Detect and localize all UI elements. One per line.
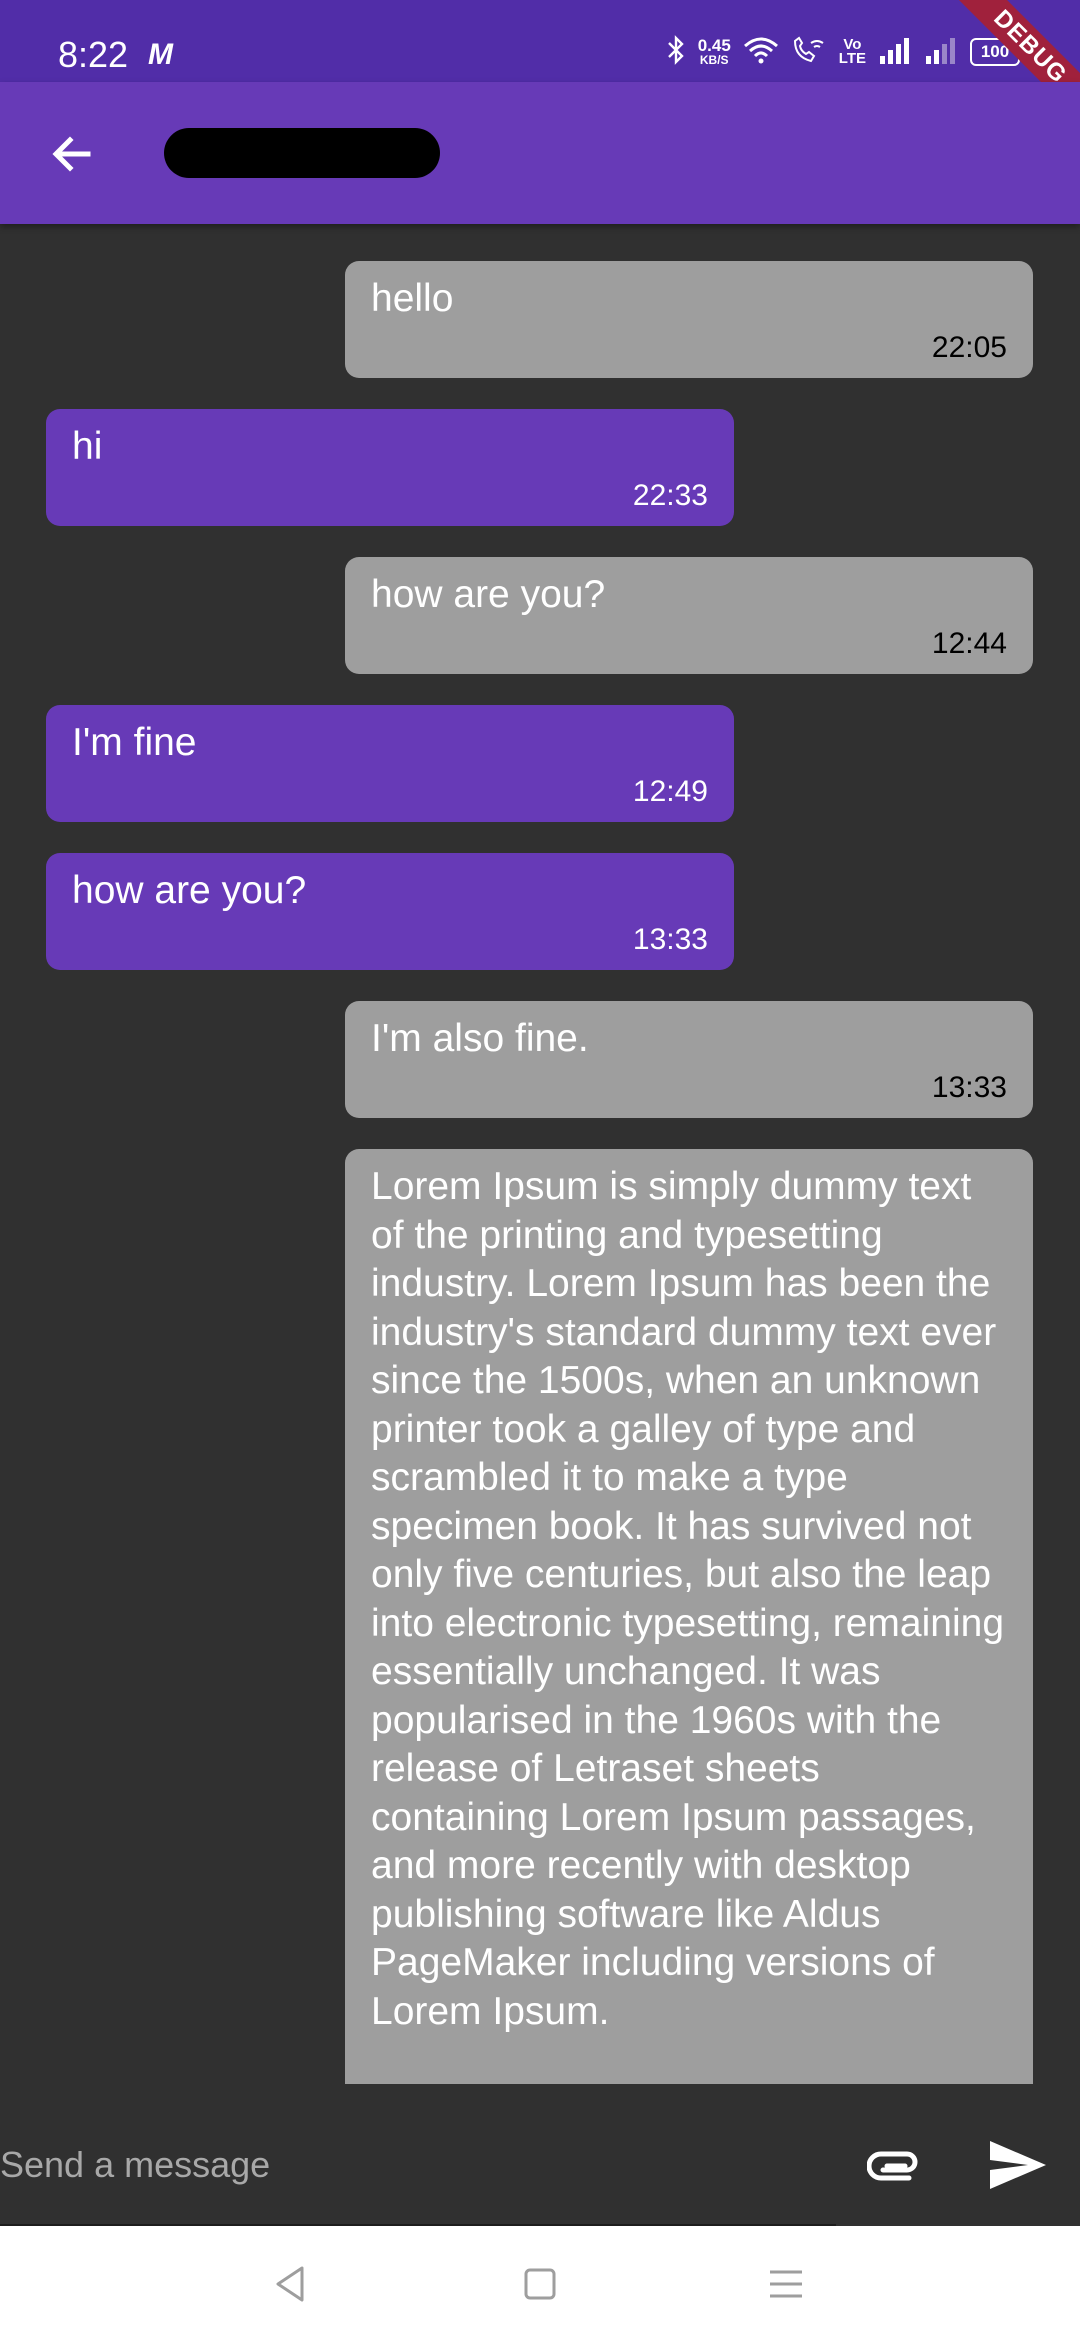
status-bar: 8:22 M 0.45 KB/S Vo LTE 100 DEBUG [0, 0, 1080, 130]
menu-lines-icon [770, 2270, 802, 2298]
system-nav-bar [0, 2226, 1080, 2340]
paperclip-icon [867, 2151, 918, 2181]
back-triangle-icon [276, 2266, 304, 2302]
bluetooth-icon [666, 34, 686, 70]
wifi-calling-icon [791, 35, 827, 70]
nav-back-button[interactable] [260, 2254, 320, 2314]
back-button[interactable] [32, 114, 112, 194]
message-time: 13:33 [931, 1070, 1007, 1104]
nav-recents-button[interactable] [756, 2254, 816, 2314]
net-speed-unit: KB/S [699, 53, 729, 67]
app-bar [0, 82, 1080, 224]
message-time: 12:44 [931, 626, 1007, 660]
attach-button[interactable] [862, 2136, 928, 2196]
message-bubble-incoming[interactable]: how are you? 13:33 [46, 853, 734, 970]
message-bubble-outgoing[interactable]: how are you? 12:44 [345, 557, 1033, 674]
send-icon [990, 2141, 1046, 2189]
message-bubble-outgoing[interactable]: I'm also fine. 13:33 [345, 1001, 1033, 1118]
volte-icon: Vo LTE [838, 36, 866, 67]
arrow-back-icon [52, 136, 91, 172]
signal-icon [924, 36, 958, 69]
message-text: I'm fine [72, 721, 197, 764]
message-time: 22:05 [931, 330, 1007, 364]
wifi-icon [743, 36, 779, 69]
contact-name [164, 128, 440, 178]
status-time: 8:22 [58, 34, 129, 75]
message-time: 12:49 [632, 774, 708, 808]
home-square-icon [524, 2268, 556, 2300]
signal-icon [878, 36, 912, 69]
nav-home-button[interactable] [510, 2254, 570, 2314]
send-button[interactable] [982, 2132, 1054, 2198]
carrier-icon: M [148, 38, 173, 71]
message-text: hi [72, 425, 103, 468]
message-text: hello [371, 277, 454, 320]
message-input[interactable] [0, 2130, 830, 2200]
message-time: 22:33 [632, 478, 708, 512]
net-speed-value: 0.45 [697, 36, 731, 55]
message-text: I'm also fine. [371, 1017, 589, 1060]
message-text: Lorem Ipsum is simply dummy text of the … [371, 1165, 1005, 2033]
message-time: 13:33 [632, 922, 708, 956]
message-bubble-incoming[interactable]: hi 22:33 [46, 409, 734, 526]
message-text: how are you? [371, 573, 606, 616]
message-bubble-incoming[interactable]: I'm fine 12:49 [46, 705, 734, 822]
message-bubble-outgoing[interactable]: Lorem Ipsum is simply dummy text of the … [345, 1149, 1033, 2084]
message-bubble-outgoing[interactable]: hello 22:05 [345, 261, 1033, 378]
message-list[interactable]: hello 22:05 hi 22:33 how are you? 12:44 … [0, 224, 1080, 2084]
network-speed: 0.45 KB/S [698, 37, 731, 67]
status-icons: 0.45 KB/S Vo LTE 100 [666, 30, 1020, 74]
message-composer [0, 2104, 1080, 2226]
message-text: how are you? [72, 869, 307, 912]
